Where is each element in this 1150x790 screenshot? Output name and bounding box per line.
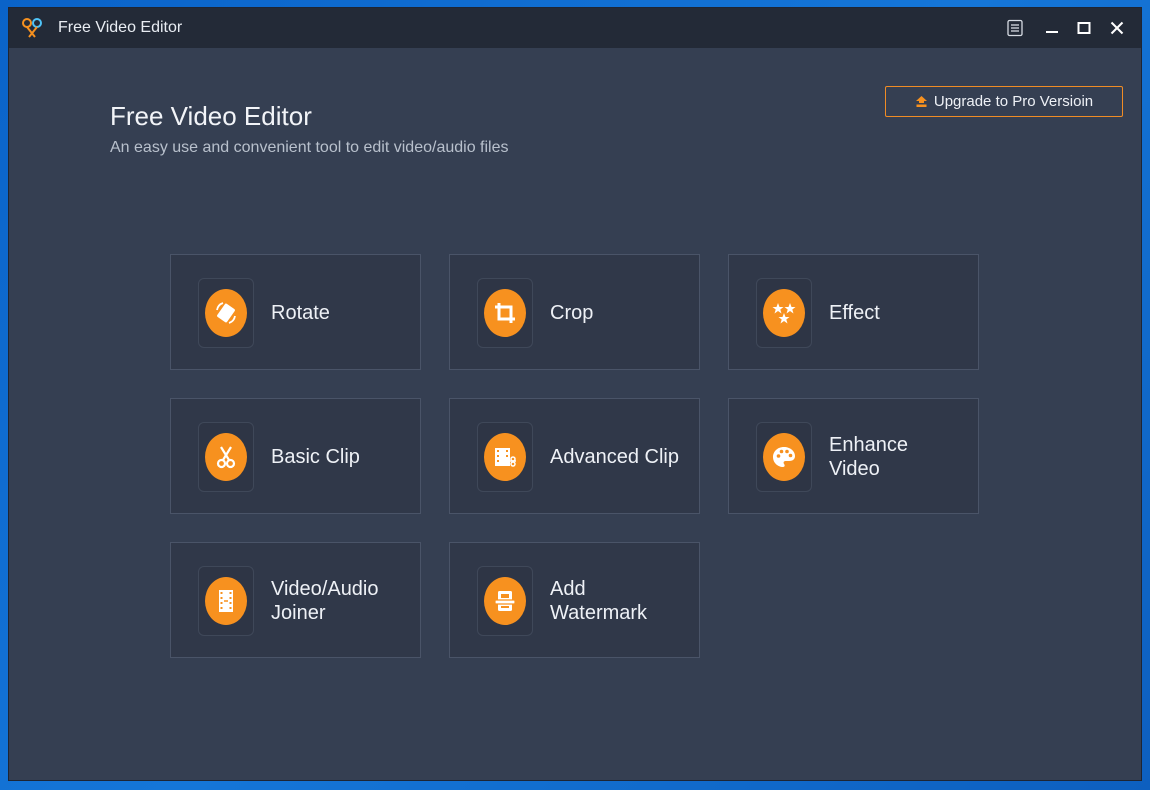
maximize-button[interactable] <box>1072 16 1096 40</box>
tool-label: Advanced Clip <box>550 446 679 468</box>
scissors-icon <box>216 446 236 469</box>
menu-button[interactable] <box>1003 16 1027 40</box>
tool-label: Basic Clip <box>271 446 360 468</box>
page-title: Free Video Editor <box>110 101 312 131</box>
tool-basic-clip[interactable]: Basic Clip <box>170 398 421 514</box>
tool-rotate[interactable]: Rotate <box>170 254 421 370</box>
palette-icon <box>773 447 795 467</box>
tool-advanced-clip[interactable]: Advanced Clip <box>449 398 700 514</box>
minimize-icon <box>1046 31 1058 33</box>
tool-label: Video/Audio Joiner <box>271 578 379 624</box>
upgrade-label: Upgrade to Pro Versioin <box>933 93 1094 110</box>
tool-icon-frame <box>477 278 533 348</box>
tool-icon-frame <box>756 422 812 492</box>
tool-video-audio-joiner[interactable]: Video/Audio Joiner <box>170 542 421 658</box>
tool-label: Enhance Video <box>829 434 908 480</box>
tool-crop[interactable]: Crop <box>449 254 700 370</box>
tool-label: Add Watermark <box>550 578 648 624</box>
tool-icon-frame <box>756 278 812 348</box>
film-scissors-icon <box>495 448 516 467</box>
tool-icon-frame <box>477 566 533 636</box>
film-joiner-icon <box>219 590 233 612</box>
tool-effect[interactable]: Effect <box>728 254 979 370</box>
menu-list-icon <box>1007 19 1023 37</box>
tool-add-watermark[interactable]: Add Watermark <box>449 542 700 658</box>
rotate-icon <box>216 302 236 324</box>
app-window: Free Video Editor Free Video Editor An e… <box>9 8 1141 780</box>
close-icon <box>1110 21 1124 35</box>
close-button[interactable] <box>1105 16 1129 40</box>
tool-icon-frame <box>198 566 254 636</box>
window-title: Free Video Editor <box>58 19 183 36</box>
tool-icon-frame <box>198 278 254 348</box>
effect-stars-icon <box>772 303 796 324</box>
upgrade-icon <box>915 96 927 107</box>
minimize-button[interactable] <box>1040 16 1064 40</box>
tool-label: Effect <box>829 302 880 324</box>
app-logo-icon <box>22 18 42 38</box>
title-bar: Free Video Editor <box>9 8 1141 48</box>
watermark-icon <box>494 591 516 611</box>
page-subtitle: An easy use and convenient tool to edit … <box>110 139 509 156</box>
tool-label: Crop <box>550 302 594 324</box>
crop-icon <box>495 303 515 323</box>
tool-enhance-video[interactable]: Enhance Video <box>728 398 979 514</box>
tool-icon-frame <box>198 422 254 492</box>
tool-icon-frame <box>477 422 533 492</box>
tool-label: Rotate <box>271 302 330 324</box>
upgrade-button[interactable]: Upgrade to Pro Versioin <box>885 86 1123 117</box>
maximize-icon <box>1077 22 1091 34</box>
